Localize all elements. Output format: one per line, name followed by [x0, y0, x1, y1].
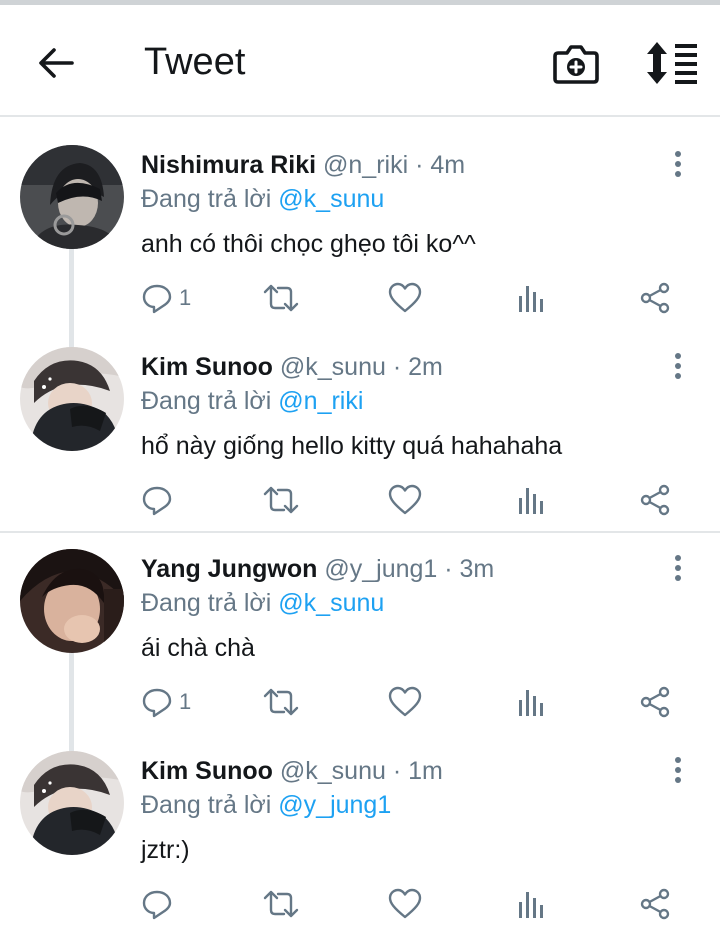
avatar[interactable]	[20, 145, 124, 249]
retweet-button[interactable]	[262, 684, 300, 720]
analytics-icon	[519, 892, 543, 918]
reply-mention[interactable]: @k_sunu	[278, 589, 384, 617]
handle-time: @k_sunu · 2m	[279, 353, 443, 381]
like-icon	[388, 484, 422, 515]
replying-to: Đang trả lời @n_riki	[141, 387, 363, 416]
share-icon	[640, 484, 670, 516]
reply-button[interactable]	[141, 482, 179, 518]
replying-to: Đang trả lời @k_sunu	[141, 589, 384, 618]
analytics-button[interactable]	[517, 280, 545, 316]
reply-icon	[142, 284, 172, 314]
reply-icon	[142, 890, 172, 920]
tweet-meta: Nishimura Riki @n_riki · 4m	[141, 151, 465, 180]
tweet-text: hổ này giống hello kitty quá hahahaha	[141, 432, 563, 460]
display-name[interactable]: Nishimura Riki	[141, 151, 316, 179]
analytics-icon	[519, 286, 543, 312]
more-vertical-icon[interactable]	[668, 352, 688, 382]
tweet-actions: 1	[0, 280, 720, 320]
reply-prefix: Đang trả lời	[141, 791, 279, 819]
like-icon	[388, 282, 422, 313]
display-name[interactable]: Yang Jungwon	[141, 555, 317, 583]
camera-add-icon[interactable]	[553, 40, 599, 86]
avatar[interactable]	[20, 347, 124, 451]
thread-divider	[0, 531, 720, 533]
reply-prefix: Đang trả lời	[141, 589, 279, 617]
reply-mention[interactable]: @y_jung1	[278, 791, 391, 819]
replying-to: Đang trả lời @k_sunu	[141, 185, 384, 214]
like-icon	[388, 686, 422, 717]
like-button[interactable]	[388, 684, 422, 720]
analytics-button[interactable]	[517, 684, 545, 720]
share-button[interactable]	[639, 482, 671, 518]
tweet[interactable]: Nishimura Riki @n_riki · 4m Đang trả lời…	[0, 143, 720, 333]
analytics-icon	[519, 488, 543, 514]
replying-to: Đang trả lời @y_jung1	[141, 791, 391, 820]
tweet[interactable]: Yang Jungwon @y_jung1 · 3m Đang trả lời …	[0, 547, 720, 737]
reply-button[interactable]: 1	[141, 280, 191, 316]
like-icon	[388, 888, 422, 919]
display-name[interactable]: Kim Sunoo	[141, 757, 273, 785]
avatar[interactable]	[20, 751, 124, 855]
tweet-text: jztr:)	[141, 836, 190, 864]
share-button[interactable]	[639, 280, 671, 316]
page-title: Tweet	[144, 41, 246, 83]
tweet-actions: 1	[0, 684, 720, 724]
retweet-icon	[263, 688, 299, 716]
more-vertical-icon[interactable]	[668, 554, 688, 584]
app-header: Tweet	[0, 5, 720, 117]
tweet-actions	[0, 482, 720, 522]
reply-count: 1	[179, 689, 192, 714]
more-vertical-icon[interactable]	[668, 756, 688, 786]
tweet-meta: Kim Sunoo @k_sunu · 2m	[141, 353, 443, 382]
analytics-icon	[519, 690, 543, 716]
reply-prefix: Đang trả lời	[141, 387, 279, 415]
handle-time: @k_sunu · 1m	[279, 757, 443, 785]
sort-icon[interactable]	[645, 40, 701, 86]
back-arrow-icon[interactable]	[36, 43, 76, 83]
tweet-text: ái chà chà	[141, 634, 255, 662]
retweet-icon	[263, 284, 299, 312]
tweet-actions	[0, 886, 720, 926]
avatar[interactable]	[20, 549, 124, 653]
reply-prefix: Đang trả lời	[141, 185, 279, 213]
tweet[interactable]: Kim Sunoo @k_sunu · 1m Đang trả lời @y_j…	[0, 749, 720, 933]
share-button[interactable]	[639, 684, 671, 720]
reply-icon	[142, 486, 172, 516]
more-vertical-icon[interactable]	[668, 150, 688, 180]
retweet-button[interactable]	[262, 280, 300, 316]
reply-mention[interactable]: @k_sunu	[278, 185, 384, 213]
display-name[interactable]: Kim Sunoo	[141, 353, 273, 381]
like-button[interactable]	[388, 280, 422, 316]
tweet-text: anh có thôi chọc ghẹo tôi ko^^	[141, 230, 476, 258]
retweet-button[interactable]	[262, 886, 300, 922]
analytics-button[interactable]	[517, 482, 545, 518]
reply-button[interactable]	[141, 886, 179, 922]
reply-count: 1	[179, 285, 192, 310]
share-icon	[640, 282, 670, 314]
analytics-button[interactable]	[517, 886, 545, 922]
share-button[interactable]	[639, 886, 671, 922]
reply-mention[interactable]: @n_riki	[278, 387, 363, 415]
retweet-button[interactable]	[262, 482, 300, 518]
handle-time: @y_jung1 · 3m	[324, 555, 495, 583]
like-button[interactable]	[388, 886, 422, 922]
tweet-meta: Yang Jungwon @y_jung1 · 3m	[141, 555, 494, 584]
retweet-icon	[263, 890, 299, 918]
retweet-icon	[263, 486, 299, 514]
tweet[interactable]: Kim Sunoo @k_sunu · 2m Đang trả lời @n_r…	[0, 345, 720, 535]
handle-time: @n_riki · 4m	[323, 151, 466, 179]
tweet-meta: Kim Sunoo @k_sunu · 1m	[141, 757, 443, 786]
reply-button[interactable]: 1	[141, 684, 191, 720]
like-button[interactable]	[388, 482, 422, 518]
share-icon	[640, 888, 670, 920]
share-icon	[640, 686, 670, 718]
reply-icon	[142, 688, 172, 718]
